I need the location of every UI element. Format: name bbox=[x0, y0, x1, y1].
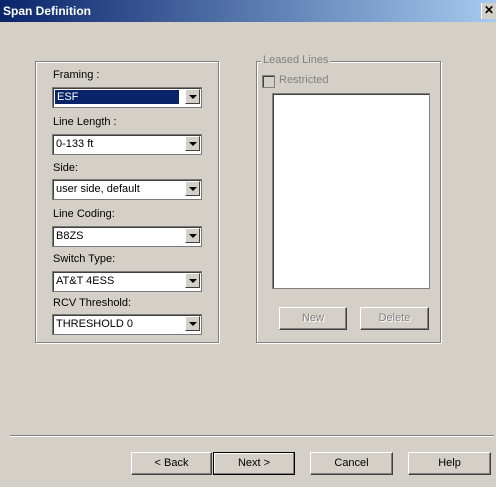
rcv-threshold-value: THRESHOLD 0 bbox=[56, 318, 134, 330]
framing-label: Framing : bbox=[53, 69, 100, 81]
restricted-checkbox[interactable] bbox=[262, 75, 275, 88]
back-button[interactable]: < Back bbox=[131, 452, 212, 475]
chevron-down-icon[interactable] bbox=[185, 136, 200, 151]
switch-type-label: Switch Type: bbox=[53, 253, 116, 265]
line-length-select[interactable]: 0-133 ft bbox=[52, 134, 202, 155]
switch-type-value: AT&T 4ESS bbox=[56, 275, 115, 287]
close-icon[interactable]: ✕ bbox=[481, 3, 496, 19]
new-button[interactable]: New bbox=[279, 307, 347, 330]
side-value: user side, default bbox=[56, 183, 140, 195]
cancel-button[interactable]: Cancel bbox=[310, 452, 393, 475]
title-bar: Span Definition ✕ bbox=[0, 0, 496, 22]
footer-separator bbox=[10, 435, 494, 437]
line-coding-select[interactable]: B8ZS bbox=[52, 226, 202, 247]
rcv-threshold-label: RCV Threshold: bbox=[53, 297, 132, 309]
line-coding-label: Line Coding: bbox=[53, 208, 115, 220]
delete-button[interactable]: Delete bbox=[360, 307, 429, 330]
switch-type-select[interactable]: AT&T 4ESS bbox=[52, 271, 202, 292]
line-length-label: Line Length : bbox=[53, 116, 117, 128]
line-coding-value: B8ZS bbox=[56, 230, 84, 242]
chevron-down-icon[interactable] bbox=[185, 181, 200, 196]
restricted-label: Restricted bbox=[279, 74, 329, 86]
leased-lines-list[interactable] bbox=[272, 93, 430, 289]
chevron-down-icon[interactable] bbox=[185, 89, 200, 104]
rcv-threshold-select[interactable]: THRESHOLD 0 bbox=[52, 314, 202, 335]
help-button[interactable]: Help bbox=[408, 452, 491, 475]
side-label: Side: bbox=[53, 162, 79, 174]
next-button[interactable]: Next > bbox=[213, 452, 295, 475]
framing-select[interactable]: ESF bbox=[52, 87, 202, 108]
window-title: Span Definition bbox=[3, 4, 91, 18]
chevron-down-icon[interactable] bbox=[185, 228, 200, 243]
line-length-value: 0-133 ft bbox=[56, 138, 94, 150]
side-select[interactable]: user side, default bbox=[52, 179, 202, 200]
framing-value: ESF bbox=[55, 90, 179, 104]
chevron-down-icon[interactable] bbox=[185, 273, 200, 288]
chevron-down-icon[interactable] bbox=[185, 316, 200, 331]
leased-lines-legend: Leased Lines bbox=[261, 54, 331, 66]
